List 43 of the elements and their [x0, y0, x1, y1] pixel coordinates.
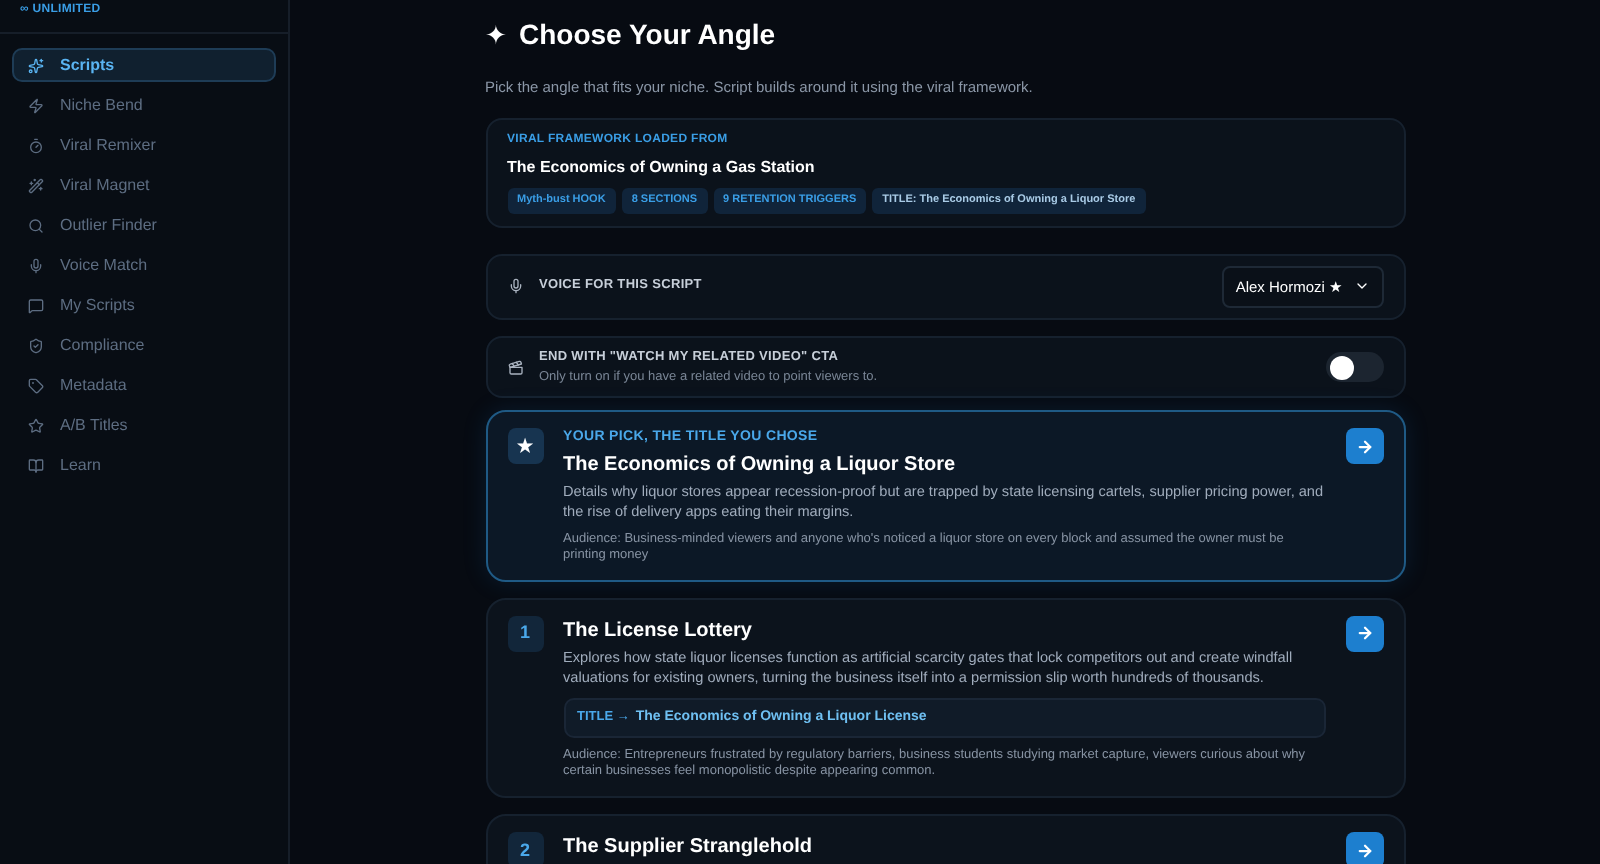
- tag-icon: [28, 377, 44, 393]
- sidebar-item[interactable]: Compliance: [12, 328, 276, 362]
- chat-bubble-icon: [28, 297, 44, 313]
- angle-title: The Supplier Stranglehold: [563, 834, 814, 861]
- angle-title: The Economics of Owning a Liquor Store: [563, 451, 958, 478]
- microphone-icon: [507, 278, 523, 295]
- book-icon: [28, 457, 44, 473]
- number-badge: 2: [507, 832, 543, 864]
- sidebar-item[interactable]: Viral Magnet: [12, 168, 276, 202]
- cta-toggle[interactable]: [1325, 352, 1383, 382]
- arrow-right-icon: [1355, 624, 1373, 643]
- sidebar-item[interactable]: Metadata: [12, 368, 276, 402]
- microphone-icon: [28, 257, 44, 273]
- page-title: Choose Your Angle: [519, 16, 776, 54]
- sidebar-item[interactable]: Voice Match: [12, 248, 276, 282]
- angle-title: The License Lottery: [563, 617, 754, 644]
- sidebar-item[interactable]: Viral Remixer: [12, 128, 276, 162]
- sparkles-icon: [28, 57, 44, 73]
- star-icon: [28, 417, 44, 433]
- shield-check-icon: [28, 337, 44, 353]
- clapperboard-icon: [507, 359, 523, 375]
- select-angle-button[interactable]: [1345, 832, 1383, 864]
- angle-card[interactable]: [485, 597, 1405, 799]
- sidebar-item[interactable]: A/B Titles: [12, 408, 276, 442]
- star-badge: ★: [507, 428, 543, 465]
- arrow-right-icon: [1355, 437, 1373, 456]
- select-angle-button[interactable]: [1345, 615, 1383, 652]
- selected-angle-card[interactable]: [485, 410, 1405, 582]
- angle-card[interactable]: 2 The Supplier Stranglehold: [485, 814, 1405, 864]
- sidebar-item[interactable]: Niche Bend: [12, 88, 276, 122]
- number-badge: 1: [507, 615, 543, 652]
- magic-wand-icon: [28, 177, 44, 193]
- sidebar-item[interactable]: My Scripts: [12, 288, 276, 322]
- sidebar-item[interactable]: Learn: [12, 448, 276, 482]
- sidebar-item[interactable]: Scripts: [12, 48, 276, 82]
- sparkle-glyph: ✦: [485, 17, 507, 54]
- timer-icon: [28, 137, 44, 153]
- sidebar-item[interactable]: Outlier Finder: [12, 208, 276, 242]
- search-icon: [28, 217, 44, 233]
- lightning-icon: [28, 97, 44, 113]
- select-angle-button[interactable]: [1345, 428, 1383, 465]
- arrow-right-icon: [1355, 841, 1373, 860]
- framework-source-title: The Economics of Owning a Gas Station: [507, 156, 817, 181]
